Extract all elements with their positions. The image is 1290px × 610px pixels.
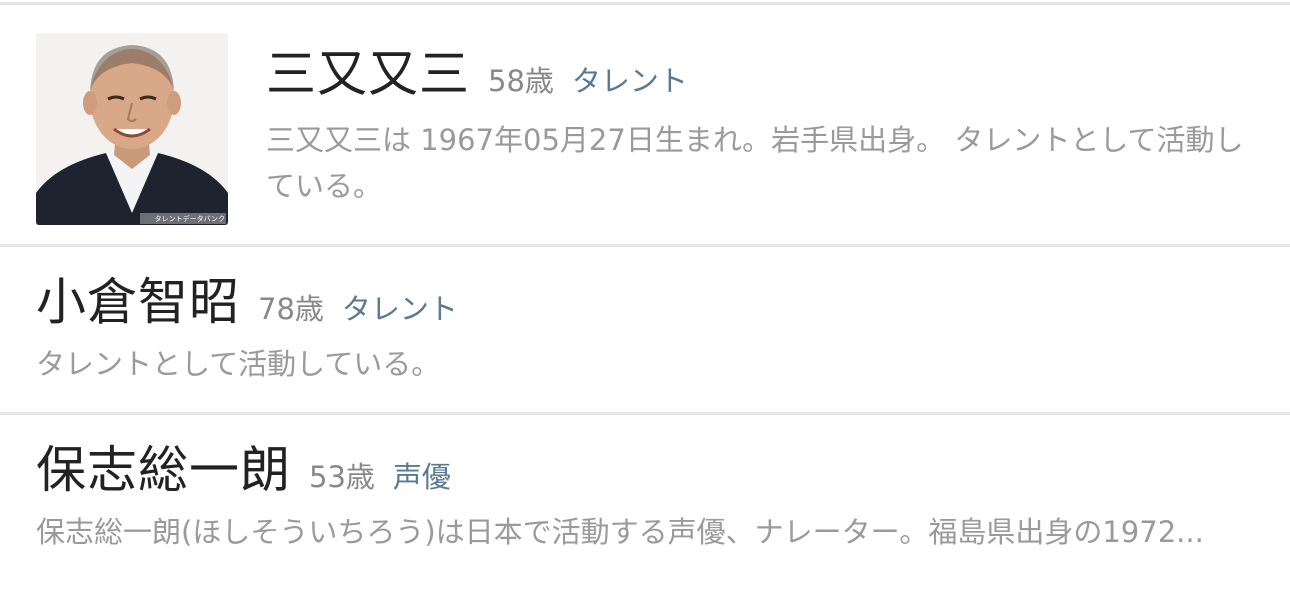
item-text: 保志総一朗 53歳 声優 保志総一朗(ほしそういちろう)は日本で活動する声優、ナレー… <box>36 445 1256 555</box>
avatar[interactable]: タレントデータバンク <box>36 33 228 225</box>
person-description: 保志総一朗(ほしそういちろう)は日本で活動する声優、ナレーター。福島県出身の19… <box>36 515 1204 549</box>
person-name[interactable]: 保志総一朗 <box>36 441 291 499</box>
item-text: 三又又三 58歳 タレント 三又又三は 1967年05月27日生まれ。岩手県出身。 … <box>266 49 1256 209</box>
person-category[interactable]: 声優 <box>393 460 451 494</box>
person-category[interactable]: タレント <box>342 292 458 326</box>
item-text: 小倉智昭 78歳 タレント タレントとして活動している。 <box>36 277 1256 387</box>
person-age: 78歳 <box>258 292 324 326</box>
title-line: 小倉智昭 78歳 タレント <box>36 277 1256 327</box>
person-description: 三又又三は 1967年05月27日生まれ。岩手県出身。 タレントとして活動してい… <box>266 123 1244 203</box>
person-description: タレントとして活動している。 <box>36 347 441 381</box>
list-item[interactable]: 小倉智昭 78歳 タレント タレントとして活動している。 <box>0 247 1290 412</box>
person-age: 58歳 <box>488 64 554 98</box>
talent-list: タレントデータバンク 三又又三 58歳 タレント 三又又三は 1967年05月27日… <box>0 0 1290 610</box>
person-name[interactable]: 三又又三 <box>266 45 470 103</box>
person-age: 53歳 <box>309 460 375 494</box>
list-item[interactable]: タレントデータバンク 三又又三 58歳 タレント 三又又三は 1967年05月27日… <box>0 5 1290 245</box>
title-line: 保志総一朗 53歳 声優 <box>36 445 1256 495</box>
title-line: 三又又三 58歳 タレント <box>266 49 1256 99</box>
list-item[interactable]: 保志総一朗 53歳 声優 保志総一朗(ほしそういちろう)は日本で活動する声優、ナレー… <box>0 415 1290 610</box>
person-name[interactable]: 小倉智昭 <box>36 273 240 331</box>
photo-watermark: タレントデータバンク <box>154 215 225 223</box>
person-photo <box>36 33 228 225</box>
person-category[interactable]: タレント <box>572 64 688 98</box>
